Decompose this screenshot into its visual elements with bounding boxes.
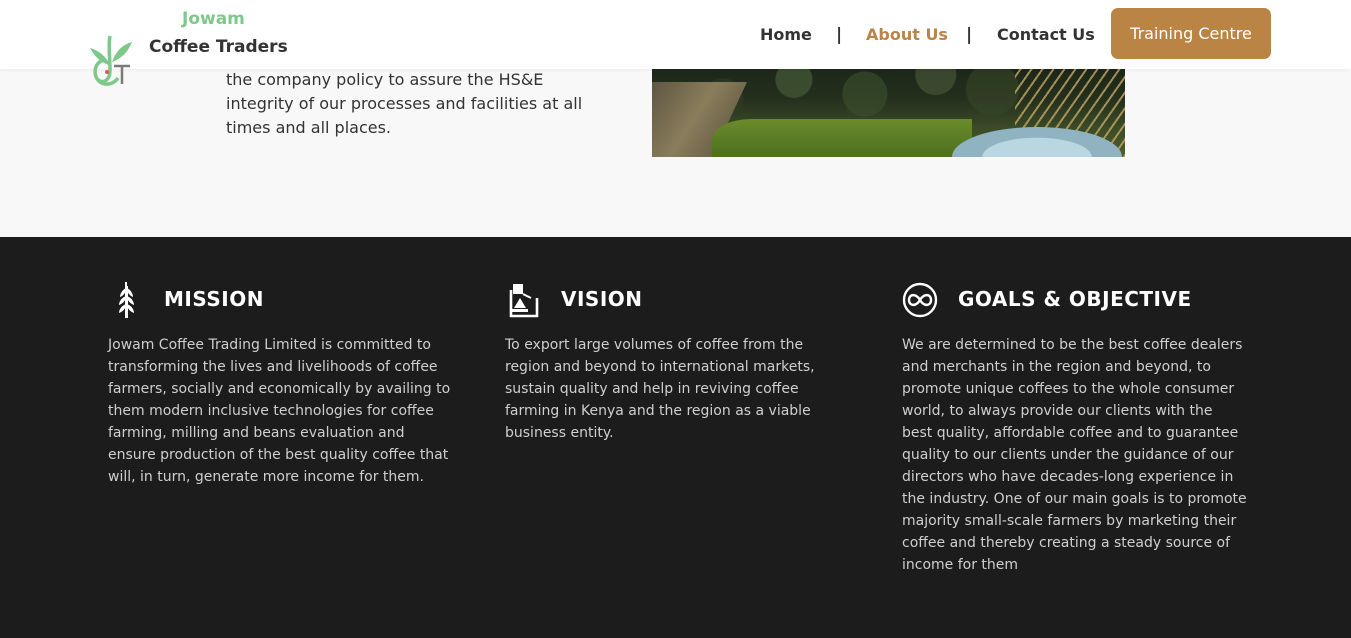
nav-about-link[interactable]: About Us bbox=[866, 25, 948, 44]
nav-home-link[interactable]: Home bbox=[760, 25, 812, 44]
nav-separator: | bbox=[836, 24, 843, 45]
coffee-farm-photo bbox=[652, 60, 1125, 157]
infinity-icon bbox=[902, 282, 938, 318]
jct-logo-icon[interactable] bbox=[84, 26, 138, 90]
brand-name-top: Jowam bbox=[182, 9, 245, 29]
wheat-icon bbox=[119, 282, 134, 318]
vision-icon bbox=[509, 284, 539, 318]
mission-text: Jowam Coffee Trading Limited is committe… bbox=[108, 337, 451, 485]
goals-title: GOALS & OBJECTIVE bbox=[958, 287, 1192, 311]
goals-text: We are determined to be the best coffee … bbox=[902, 337, 1247, 573]
nav-home-wrap: Home bbox=[760, 0, 812, 69]
vision-text: To export large volumes of coffee from t… bbox=[505, 337, 815, 441]
nav-about-wrap: About Us bbox=[866, 0, 948, 69]
mission-vision-goals-section: MISSION Jowam Coffee Trading Limited is … bbox=[0, 237, 1351, 638]
nav-contact-link[interactable]: Contact Us bbox=[997, 25, 1095, 44]
site-header: Jowam Coffee Traders Home | About Us | C… bbox=[0, 0, 1351, 86]
hse-policy-text: the company policy to assure the HS&E in… bbox=[226, 70, 583, 137]
nav-contact-wrap: Contact Us bbox=[997, 0, 1095, 69]
training-centre-button[interactable]: Training Centre bbox=[1111, 8, 1271, 59]
mission-title: MISSION bbox=[164, 287, 264, 311]
vision-title: VISION bbox=[561, 287, 643, 311]
brand-name-bottom: Coffee Traders bbox=[149, 37, 288, 57]
nav-separator: | bbox=[966, 24, 973, 45]
